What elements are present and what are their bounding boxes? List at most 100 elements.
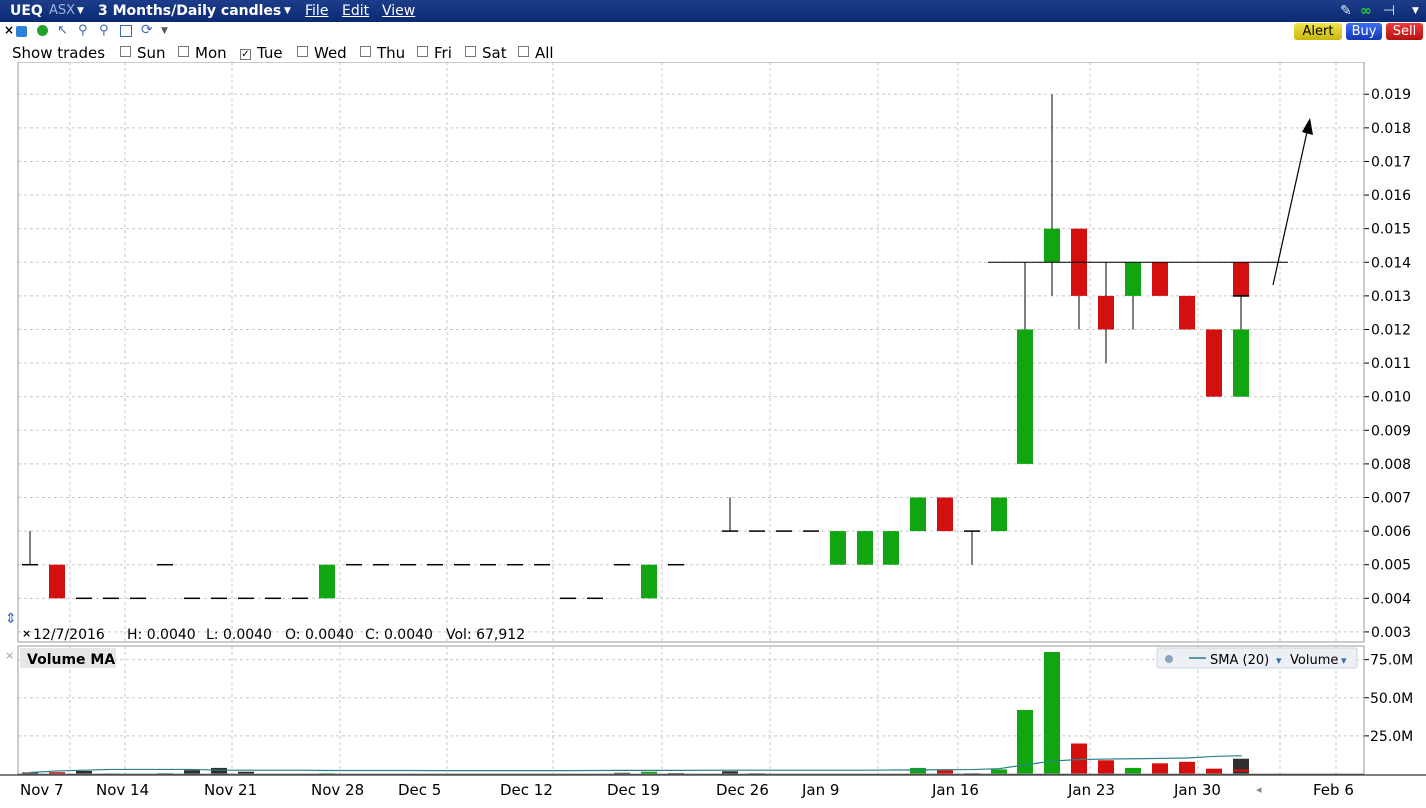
volume-tick-label: 25.0M: [1370, 729, 1413, 745]
volume-bar: [211, 767, 227, 774]
volume-bar: [184, 770, 200, 774]
expand-icon[interactable]: ⇕: [5, 611, 17, 627]
close-icon[interactable]: ×: [4, 23, 14, 37]
day-filter-mon[interactable]: Mon: [178, 44, 227, 62]
price-tick-label: 0.006: [1371, 524, 1411, 540]
link-icon[interactable]: ∞: [1360, 3, 1372, 19]
price-tick-label: 0.015: [1371, 222, 1411, 238]
volume-bar: [1206, 768, 1222, 774]
zoom-in-icon[interactable]: ⚲: [78, 23, 88, 38]
volume-bar: [1152, 763, 1168, 774]
cursor-icon[interactable]: ↖: [57, 23, 68, 38]
price-tick-label: 0.004: [1371, 591, 1411, 607]
day-filter-tue[interactable]: ✓ Tue: [240, 44, 283, 62]
window-menu-icon[interactable]: ▼: [1412, 6, 1419, 16]
date-tick-label: Feb 6: [1313, 781, 1354, 799]
legend-volume-dropdown-icon[interactable]: ▾: [1341, 654, 1347, 667]
price-volume-chart[interactable]: 0.003 0.004 0.005 0.006 0.007 0.008 0.009 0.010…: [0, 62, 1426, 808]
menu-edit[interactable]: Edit: [342, 3, 369, 19]
price-tick-label: 0.003: [1371, 625, 1411, 641]
price-tick-label: 0.018: [1371, 121, 1411, 137]
candle-body: [1179, 295, 1195, 330]
candle-body: [991, 497, 1007, 532]
price-tick-label: 0.014: [1371, 255, 1411, 271]
checkbox[interactable]: [178, 46, 189, 57]
toolbar: × ↖ ⚲ ⚲ ⟳ ▼: [0, 22, 1426, 42]
volume-bar: [1125, 767, 1141, 774]
scroll-left-icon: ◂: [1256, 783, 1262, 796]
day-filter-fri[interactable]: Fri: [417, 44, 452, 62]
checkbox-checked[interactable]: ✓: [240, 49, 251, 60]
day-filter-wed[interactable]: Wed: [297, 44, 347, 62]
symbol-label[interactable]: UEQ: [10, 3, 43, 19]
candle-body: [937, 497, 953, 532]
alert-button[interactable]: Alert: [1294, 23, 1342, 40]
day-filter-sun[interactable]: Sun: [120, 44, 166, 62]
info-volume: Vol: 67,912: [446, 627, 525, 643]
candle-body: [1152, 262, 1168, 296]
wrench-icon[interactable]: ✎: [1340, 3, 1352, 19]
info-close-icon[interactable]: ×: [22, 627, 31, 640]
zoom-out-icon[interactable]: ⚲: [99, 23, 109, 38]
day-filter-all[interactable]: All: [518, 44, 554, 62]
volume-close-icon[interactable]: ×: [5, 649, 14, 662]
day-filter-thu[interactable]: Thu: [360, 44, 405, 62]
exchange-dropdown-icon[interactable]: ▼: [77, 6, 84, 16]
menu-view[interactable]: View: [382, 3, 415, 19]
period-label[interactable]: 3 Months/Daily candles: [98, 3, 281, 19]
menu-file[interactable]: File: [305, 3, 328, 19]
volume-bars: [22, 652, 1249, 775]
exchange-label[interactable]: ASX: [49, 3, 75, 18]
checkbox[interactable]: [297, 46, 308, 57]
price-tick-label: 0.011: [1371, 356, 1411, 372]
legend-settings-icon[interactable]: [1165, 655, 1173, 663]
candle-body: [1206, 329, 1222, 397]
date-tick-label: Jan 30: [1173, 781, 1221, 799]
price-tick-label: 0.005: [1371, 558, 1411, 574]
trend-arrow-head: [1302, 118, 1313, 135]
date-tick-label: Dec 12: [500, 781, 553, 799]
sell-button[interactable]: Sell: [1386, 23, 1423, 40]
checkbox[interactable]: [465, 46, 476, 57]
day-filter-sat[interactable]: Sat: [465, 44, 507, 62]
checkbox[interactable]: [360, 46, 371, 57]
pin-icon[interactable]: ⊣: [1383, 3, 1395, 19]
checkbox[interactable]: [417, 46, 428, 57]
title-bar: UEQ ASX ▼ 3 Months/Daily candles ▼ File …: [0, 0, 1426, 22]
price-tick-label: 0.010: [1371, 390, 1411, 406]
refresh-data-icon[interactable]: [37, 25, 48, 36]
drawing-tools-icon[interactable]: [120, 25, 132, 37]
candle-body: [1098, 295, 1114, 330]
volume-axis: 25.0M 50.0M 75.0M: [1364, 653, 1413, 745]
period-dropdown-icon[interactable]: ▼: [284, 6, 291, 16]
info-icon[interactable]: [16, 26, 27, 37]
volume-bar: [1179, 761, 1195, 774]
volume-tick-label: 50.0M: [1370, 691, 1413, 707]
info-close: C: 0.0040: [365, 627, 433, 643]
volume-bar: [991, 769, 1007, 774]
chart-grid: [17, 62, 1364, 642]
trend-annotation: [988, 118, 1313, 286]
date-tick-label: Dec 26: [716, 781, 769, 799]
candle-body: [49, 564, 65, 599]
info-low: L: 0.0040: [206, 627, 272, 643]
checkbox[interactable]: [120, 46, 131, 57]
legend-sma-label[interactable]: SMA (20): [1210, 653, 1269, 668]
checkbox[interactable]: [518, 46, 529, 57]
sync-icon[interactable]: ⟳: [141, 22, 153, 38]
legend-sma-dropdown-icon[interactable]: ▾: [1276, 654, 1282, 667]
candle-body: [641, 564, 657, 599]
legend-volume-label[interactable]: Volume: [1290, 653, 1338, 668]
candle-body: [1125, 262, 1141, 296]
price-tick-label: 0.019: [1371, 87, 1411, 103]
buy-button[interactable]: Buy: [1346, 23, 1382, 40]
show-trades-row: Show trades Sun Mon ✓ Tue Wed Thu Fri Sat…: [0, 42, 1426, 62]
candle-body: [830, 531, 846, 565]
candle-body: [857, 531, 873, 565]
volume-tick-label: 75.0M: [1370, 653, 1413, 669]
toolbar-dropdown-icon[interactable]: ▼: [161, 26, 168, 36]
date-axis: Nov 7 Nov 14 Nov 21 Nov 28 Dec 5 Dec 12 Dec 19…: [20, 781, 1354, 799]
price-panel-border: [17, 62, 1365, 643]
volume-bar: [1071, 743, 1087, 774]
date-tick-label: Nov 21: [204, 781, 257, 799]
